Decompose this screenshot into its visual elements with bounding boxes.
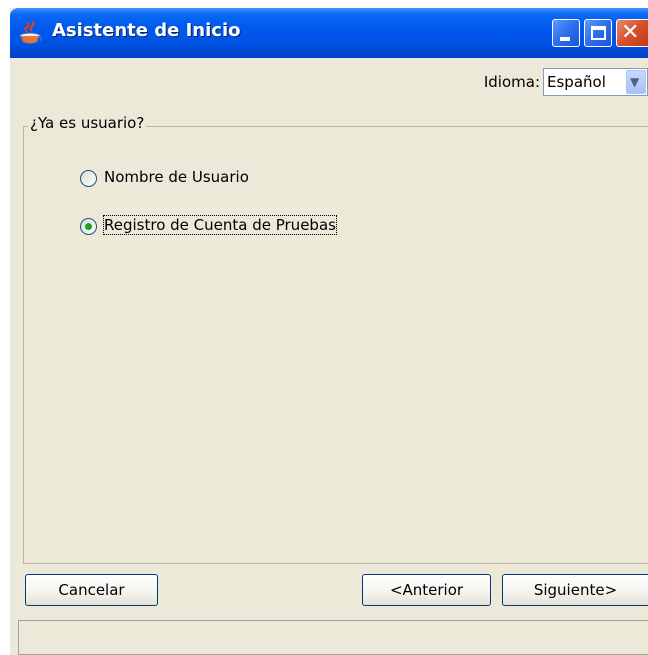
maximize-icon — [591, 26, 606, 40]
startup-wizard-window: Asistente de Inicio ✕ Idioma: Español ▼ … — [10, 8, 648, 655]
close-icon: ✕ — [621, 20, 640, 45]
java-coffee-cup-icon — [19, 21, 43, 44]
radio-username-label[interactable]: Nombre de Usuario — [104, 168, 249, 186]
language-dropdown-button[interactable]: ▼ — [626, 70, 646, 94]
language-select[interactable]: Español ▼ — [543, 68, 648, 96]
radio-trial-account-label[interactable]: Registro de Cuenta de Pruebas — [103, 215, 337, 235]
language-selected-value: Español — [547, 73, 606, 91]
groupbox-title: ¿Ya es usuario? — [28, 114, 147, 132]
window-title: Asistente de Inicio — [52, 20, 241, 41]
title-bar[interactable]: Asistente de Inicio ✕ — [10, 8, 648, 58]
maximize-button[interactable] — [584, 19, 612, 47]
status-bar — [18, 620, 648, 655]
radio-selected-dot — [85, 223, 92, 230]
minimize-button[interactable] — [552, 19, 580, 47]
next-button[interactable]: Siguiente> — [502, 574, 648, 606]
close-button[interactable]: ✕ — [616, 19, 648, 47]
cancel-button[interactable]: Cancelar — [25, 574, 158, 606]
chevron-down-icon: ▼ — [630, 75, 640, 89]
language-row: Idioma: Español ▼ — [448, 68, 648, 98]
user-question-groupbox — [23, 126, 648, 564]
language-label: Idioma: — [483, 73, 540, 91]
radio-button-unchecked[interactable] — [80, 170, 97, 187]
radio-button-checked[interactable] — [80, 218, 97, 235]
previous-button[interactable]: <Anterior — [362, 574, 491, 606]
minimize-icon — [560, 37, 570, 41]
